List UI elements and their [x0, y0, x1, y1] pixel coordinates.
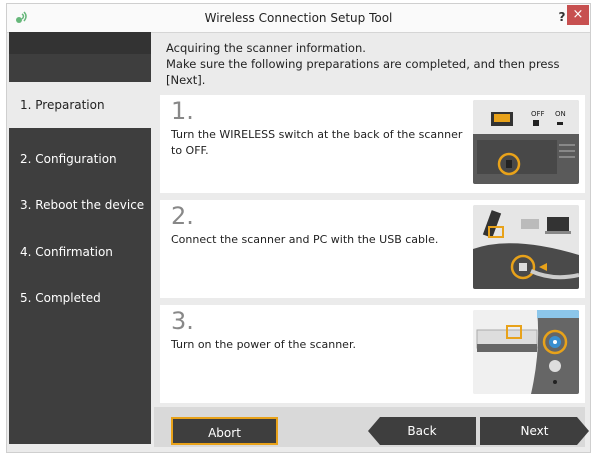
step-description: Turn on the power of the scanner.	[171, 338, 356, 351]
instruction-line-2: Make sure the following preparations are…	[166, 57, 560, 87]
back-button[interactable]: Back	[368, 417, 476, 445]
step-card-1: 1. Turn the WIRELESS switch at the back …	[160, 95, 585, 193]
title-bar: Wireless Connection Setup Tool ? ×	[7, 4, 590, 33]
step-number: 2.	[171, 202, 194, 230]
instructions: Acquiring the scanner information. Make …	[166, 40, 597, 88]
switch-on-label: ON	[555, 110, 566, 118]
instruction-line-1: Acquiring the scanner information.	[166, 41, 366, 55]
sidebar-item-configuration: 2. Configuration	[20, 152, 117, 166]
footer-bar: Abort Back Next	[154, 407, 585, 447]
sidebar-item-completed: 5. Completed	[20, 291, 101, 305]
step-description: Connect the scanner and PC with the USB …	[171, 233, 439, 246]
abort-button[interactable]: Abort	[171, 417, 278, 445]
steps-sidebar: 1. Preparation 2. Configuration 3. Reboo…	[9, 32, 151, 444]
step-description: Turn the WIRELESS switch at the back of …	[171, 128, 463, 157]
sidebar-item-confirmation: 4. Confirmation	[20, 245, 113, 259]
usb-cable-illustration	[473, 205, 579, 289]
step-card-3: 3. Turn on the power of the scanner.	[160, 305, 585, 403]
sidebar-header	[9, 32, 151, 54]
switch-off-label: OFF	[531, 110, 545, 118]
step-number: 1.	[171, 97, 194, 125]
sidebar-item-preparation: 1. Preparation	[9, 82, 151, 128]
close-button[interactable]: ×	[567, 5, 589, 25]
power-button-illustration	[473, 310, 579, 394]
wireless-switch-illustration: OFF ON	[473, 100, 579, 184]
step-number: 3.	[171, 307, 194, 335]
step-card-2: 2. Connect the scanner and PC with the U…	[160, 200, 585, 298]
sidebar-item-reboot: 3. Reboot the device	[20, 198, 145, 212]
next-button[interactable]: Next	[480, 417, 589, 445]
window-title: Wireless Connection Setup Tool	[204, 11, 393, 25]
